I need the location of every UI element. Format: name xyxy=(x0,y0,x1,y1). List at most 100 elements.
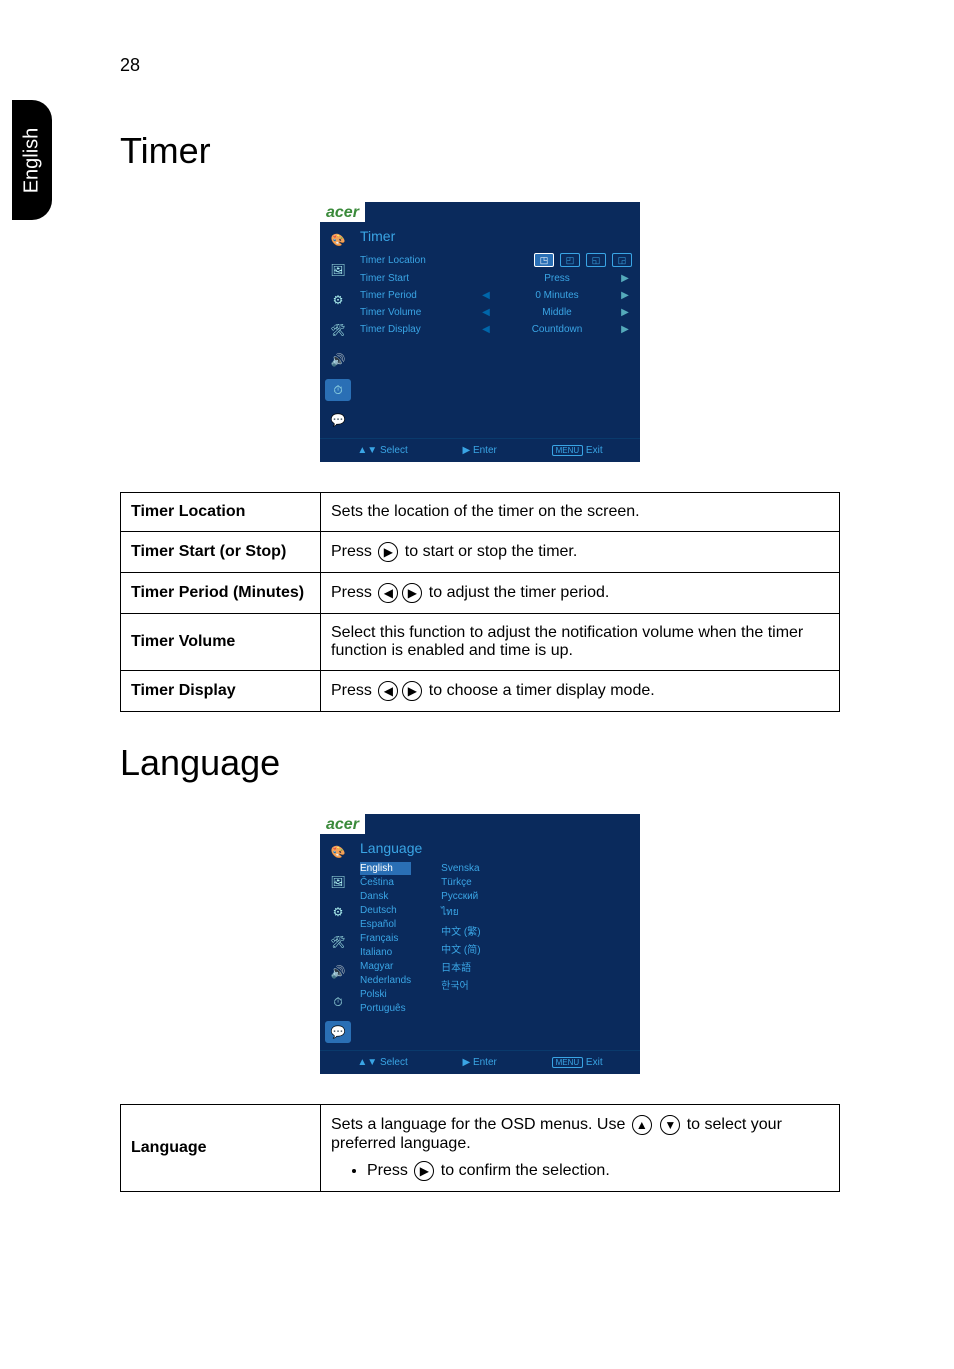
lang-col-2: Svenska Türkçe Русский ไทย 中文 (繁) 中文 (简)… xyxy=(441,862,480,1015)
osd-tab-color[interactable]: 🎨 xyxy=(324,228,352,252)
language-doc-table: Language Sets a language for the OSD men… xyxy=(120,1104,840,1192)
row-desc: Press ◀▶ to choose a timer display mode. xyxy=(321,671,840,712)
osd-title: Timer xyxy=(360,228,632,244)
footer-enter: ▶ Enter xyxy=(462,1057,496,1068)
acer-logo: acer xyxy=(320,202,365,222)
table-row: Timer Display Press ◀▶ to choose a timer… xyxy=(121,671,840,712)
side-tab-label: English xyxy=(21,127,44,193)
right-arrow-icon: ▶ xyxy=(618,273,632,284)
lang-option[interactable]: 한국어 xyxy=(441,976,480,993)
lang-option[interactable]: Italiano xyxy=(360,946,411,959)
timer-heading: Timer xyxy=(120,130,840,172)
up-arrow-icon: ▲ xyxy=(632,1115,652,1135)
lang-option[interactable]: 中文 (繁) xyxy=(441,922,480,939)
osd-row-value: Press xyxy=(512,273,602,284)
acer-logo: acer xyxy=(320,814,365,834)
osd-row-timer-volume[interactable]: Timer Volume ◀ Middle ▶ xyxy=(360,304,632,321)
osd-row-label: Timer Location xyxy=(360,255,460,266)
osd-title: Language xyxy=(360,840,632,856)
lang-option[interactable]: Português xyxy=(360,1002,411,1015)
left-arrow-icon: ◀ xyxy=(378,681,398,701)
osd-side-tabs: 🎨 🖼 ⚙ 🛠 🔊 ⏱ 💬 xyxy=(320,834,356,1050)
footer-enter: ▶ Enter xyxy=(462,445,496,456)
osd-tab-setting[interactable]: 🛠 xyxy=(324,318,352,342)
lang-col-1: English Čeština Dansk Deutsch Español Fr… xyxy=(360,862,411,1015)
row-label: Timer Start (or Stop) xyxy=(121,532,321,573)
row-label: Timer Display xyxy=(121,671,321,712)
lang-option[interactable]: Svenska xyxy=(441,862,480,875)
osd-tab-language[interactable]: 💬 xyxy=(324,1020,352,1044)
osd-tab-management[interactable]: ⚙ xyxy=(324,288,352,312)
row-label: Timer Period (Minutes) xyxy=(121,573,321,614)
row-desc: Press ▶ to start or stop the timer. xyxy=(321,532,840,573)
lang-option[interactable]: ไทย xyxy=(441,904,480,921)
lang-option[interactable]: English xyxy=(360,862,411,875)
lang-option[interactable]: Magyar xyxy=(360,960,411,973)
right-arrow-icon: ▶ xyxy=(402,583,422,603)
right-arrow-icon: ▶ xyxy=(618,290,632,301)
osd-footer: ▲▼ Select ▶ Enter MENU Exit xyxy=(320,1050,640,1074)
table-row: Timer Location Sets the location of the … xyxy=(121,493,840,532)
osd-tab-color[interactable]: 🎨 xyxy=(324,840,352,864)
row-desc: Press ◀▶ to adjust the timer period. xyxy=(321,573,840,614)
timer-osd-screenshot: acer 🎨 🖼 ⚙ 🛠 🔊 ⏱ 💬 Timer Timer Location … xyxy=(320,202,640,462)
lang-option[interactable]: Русский xyxy=(441,890,480,903)
right-arrow-icon: ▶ xyxy=(618,307,632,318)
osd-tab-audio[interactable]: 🔊 xyxy=(324,348,352,372)
loc-topleft-icon: ◳ xyxy=(534,253,554,267)
footer-select: ▲▼ Select xyxy=(357,445,407,456)
osd-row-label: Timer Volume xyxy=(360,307,460,318)
lang-option[interactable]: Dansk xyxy=(360,890,411,903)
page-number: 28 xyxy=(120,55,140,76)
lang-option[interactable]: Türkçe xyxy=(441,876,480,889)
left-arrow-icon: ◀ xyxy=(378,583,398,603)
row-desc: Sets a language for the OSD menus. Use ▲… xyxy=(321,1105,840,1192)
lang-option[interactable]: Čeština xyxy=(360,876,411,889)
lang-option[interactable]: 中文 (简) xyxy=(441,940,480,957)
osd-row-timer-period[interactable]: Timer Period ◀ 0 Minutes ▶ xyxy=(360,287,632,304)
osd-row-label: Timer Display xyxy=(360,324,460,335)
osd-tab-image[interactable]: 🖼 xyxy=(324,870,352,894)
loc-bottomright-icon: ◲ xyxy=(612,253,632,267)
page-content: Timer acer 🎨 🖼 ⚙ 🛠 🔊 ⏱ 💬 Timer Timer Loc… xyxy=(120,100,840,1192)
right-arrow-icon: ▶ xyxy=(618,324,632,335)
lang-option[interactable]: Español xyxy=(360,918,411,931)
lang-option[interactable]: Français xyxy=(360,932,411,945)
footer-exit: MENU Exit xyxy=(552,445,603,456)
language-side-tab: English xyxy=(12,100,52,220)
osd-row-timer-display[interactable]: Timer Display ◀ Countdown ▶ xyxy=(360,321,632,338)
down-arrow-icon: ▼ xyxy=(660,1115,680,1135)
footer-exit: MENU Exit xyxy=(552,1057,603,1068)
right-arrow-icon: ▶ xyxy=(402,681,422,701)
osd-tab-language[interactable]: 💬 xyxy=(324,408,352,432)
osd-tab-management[interactable]: ⚙ xyxy=(324,900,352,924)
osd-tab-timer[interactable]: ⏱ xyxy=(324,378,352,402)
osd-tab-image[interactable]: 🖼 xyxy=(324,258,352,282)
loc-topright-icon: ◰ xyxy=(560,253,580,267)
osd-footer: ▲▼ Select ▶ Enter MENU Exit xyxy=(320,438,640,462)
right-arrow-icon: ▶ xyxy=(378,542,398,562)
row-label: Language xyxy=(121,1105,321,1192)
lang-option[interactable]: Deutsch xyxy=(360,904,411,917)
row-label: Timer Volume xyxy=(121,614,321,671)
osd-row-label: Timer Period xyxy=(360,290,460,301)
left-arrow-icon: ◀ xyxy=(476,324,496,335)
osd-row-label: Timer Start xyxy=(360,273,460,284)
lang-option[interactable]: 日本語 xyxy=(441,958,480,975)
footer-select: ▲▼ Select xyxy=(357,1057,407,1068)
osd-row-timer-location[interactable]: Timer Location ◳ ◰ ◱ ◲ xyxy=(360,250,632,270)
table-row: Timer Period (Minutes) Press ◀▶ to adjus… xyxy=(121,573,840,614)
osd-side-tabs: 🎨 🖼 ⚙ 🛠 🔊 ⏱ 💬 xyxy=(320,222,356,438)
lang-option[interactable]: Polski xyxy=(360,988,411,1001)
row-label: Timer Location xyxy=(121,493,321,532)
loc-bottomleft-icon: ◱ xyxy=(586,253,606,267)
bullet-item: Press ▶ to confirm the selection. xyxy=(367,1161,829,1181)
osd-tab-setting[interactable]: 🛠 xyxy=(324,930,352,954)
lang-option[interactable]: Nederlands xyxy=(360,974,411,987)
osd-row-timer-start[interactable]: Timer Start Press ▶ xyxy=(360,270,632,287)
osd-tab-audio[interactable]: 🔊 xyxy=(324,960,352,984)
table-row: Language Sets a language for the OSD men… xyxy=(121,1105,840,1192)
osd-tab-timer[interactable]: ⏱ xyxy=(324,990,352,1014)
left-arrow-icon: ◀ xyxy=(476,290,496,301)
language-osd-screenshot: acer 🎨 🖼 ⚙ 🛠 🔊 ⏱ 💬 Language English Češt… xyxy=(320,814,640,1074)
